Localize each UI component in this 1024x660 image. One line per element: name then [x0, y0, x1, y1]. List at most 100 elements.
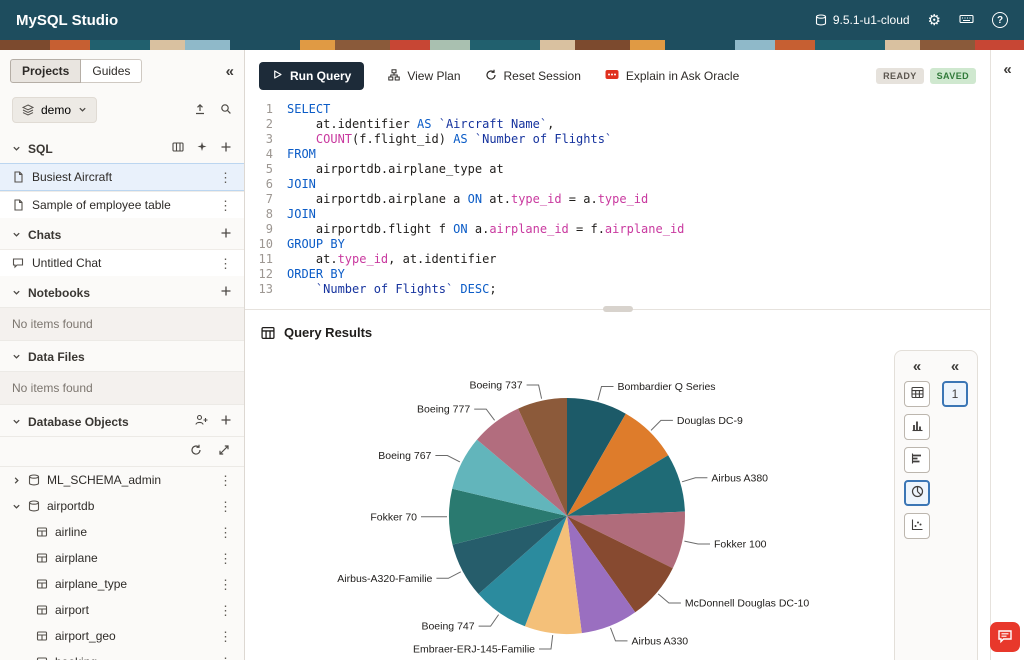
code-line[interactable]: at.identifier AS `Aircraft Name`, [287, 117, 684, 132]
code-area[interactable]: SELECT at.identifier AS `Aircraft Name`,… [273, 102, 684, 297]
code-line[interactable]: SELECT [287, 102, 684, 117]
project-selector[interactable]: demo [12, 97, 97, 123]
kebab-menu-button[interactable]: ⋮ [219, 630, 232, 643]
plan-icon [388, 69, 400, 84]
tree-table-airplane-type[interactable]: airplane_type ⋮ [0, 571, 244, 597]
kebab-menu-button[interactable]: ⋮ [219, 500, 232, 513]
kebab-menu-button[interactable]: ⋮ [219, 552, 232, 565]
query-results-section: Query Results Bombardier Q SeriesDouglas… [245, 321, 990, 660]
chevron-right-icon[interactable] [12, 476, 21, 485]
tree-table-booking[interactable]: booking ⋮ [0, 649, 244, 660]
kebab-menu-button[interactable]: ⋮ [219, 474, 232, 487]
section-data-files[interactable]: Data Files [0, 341, 244, 371]
decorative-banner [0, 40, 1024, 50]
kebab-menu-button[interactable]: ⋮ [219, 656, 232, 660]
status-ready-badge: READY [876, 68, 924, 84]
reset-session-button[interactable]: Reset Session [485, 69, 581, 84]
refresh-button[interactable] [190, 444, 202, 459]
reset-icon [485, 69, 497, 84]
settings-gear-button[interactable]: ⚙ [928, 13, 941, 28]
tab-projects[interactable]: Projects [10, 59, 81, 83]
tree-table-airport[interactable]: airport ⋮ [0, 597, 244, 623]
code-line[interactable]: FROM [287, 147, 684, 162]
collapse-right-panel-button[interactable]: « [1003, 62, 1011, 77]
keyboard-shortcuts-button[interactable] [959, 13, 974, 28]
pie-leader-line [682, 478, 707, 482]
grant-user-button[interactable] [195, 414, 208, 429]
add-sql-button[interactable] [220, 141, 232, 156]
line-number: 2 [245, 117, 273, 132]
pie-slice-label: Fokker 100 [714, 539, 767, 551]
view-pie-chart-button[interactable] [904, 480, 930, 506]
add-database-object-button[interactable] [220, 414, 232, 429]
kebab-menu-button[interactable]: ⋮ [219, 171, 232, 184]
table-icon [36, 552, 48, 564]
instance-version-label: 9.5.1-u1-cloud [833, 13, 910, 27]
run-query-button[interactable]: Run Query [259, 62, 364, 90]
code-line[interactable]: JOIN [287, 177, 684, 192]
chat-item-untitled[interactable]: Untitled Chat ⋮ [0, 249, 244, 276]
tree-schema-ml-schema-admin[interactable]: ML_SCHEMA_admin ⋮ [0, 467, 244, 493]
code-line[interactable]: ORDER BY [287, 267, 684, 282]
view-table-button[interactable] [904, 381, 930, 407]
section-notebooks[interactable]: Notebooks [0, 276, 244, 307]
line-number: 6 [245, 177, 273, 192]
explain-ask-oracle-button[interactable]: Explain in Ask Oracle [605, 69, 739, 84]
feedback-button[interactable] [990, 622, 1020, 652]
code-line[interactable]: GROUP BY [287, 237, 684, 252]
view-scatter-chart-button[interactable] [904, 513, 930, 539]
ask-oracle-icon [605, 69, 619, 84]
plus-icon [220, 141, 232, 156]
tab-guides[interactable]: Guides [81, 59, 142, 83]
search-button[interactable] [220, 103, 232, 118]
sidebar-collapse-button[interactable]: « [226, 64, 234, 79]
view-row-chart-button[interactable] [904, 447, 930, 473]
code-line[interactable]: airportdb.airplane a ON at.type_id = a.t… [287, 192, 684, 207]
code-line[interactable]: `Number of Flights` DESC; [287, 282, 684, 297]
tree-table-airplane[interactable]: airplane ⋮ [0, 545, 244, 571]
collapse-controls-left-button[interactable]: « [913, 359, 921, 374]
tree-table-airport-geo[interactable]: airport_geo ⋮ [0, 623, 244, 649]
result-page-1-button[interactable]: 1 [942, 381, 968, 407]
pie-slice-label: Fokker 70 [370, 511, 417, 523]
query-results-icon [261, 326, 275, 340]
kebab-menu-button[interactable]: ⋮ [219, 257, 232, 270]
section-chats[interactable]: Chats [0, 218, 244, 249]
kebab-menu-button[interactable]: ⋮ [219, 526, 232, 539]
view-bar-chart-button[interactable] [904, 414, 930, 440]
pie-slice-label: Boeing 777 [417, 404, 470, 416]
section-database-objects[interactable]: Database Objects [0, 405, 244, 436]
divider-drag-handle[interactable] [603, 306, 633, 312]
code-line[interactable]: JOIN [287, 207, 684, 222]
help-button[interactable]: ? [992, 12, 1008, 28]
table-icon [36, 656, 48, 660]
table-label: airport_geo [55, 629, 116, 643]
code-line[interactable]: COUNT(f.flight_id) AS `Number of Flights… [287, 132, 684, 147]
tree-schema-airportdb[interactable]: airportdb ⋮ [0, 493, 244, 519]
sql-editor[interactable]: 12345678910111213 SELECT at.identifier A… [245, 98, 990, 297]
collapse-controls-right-button[interactable]: « [951, 359, 959, 374]
upload-button[interactable] [194, 103, 206, 118]
sql-ai-assist-button[interactable] [196, 141, 208, 156]
chevron-down-icon[interactable] [12, 502, 21, 511]
expand-panel-button[interactable] [218, 444, 230, 459]
data-files-empty-state: No items found [0, 371, 244, 405]
view-plan-button[interactable]: View Plan [388, 69, 460, 84]
code-line[interactable]: airportdb.flight f ON a.airplane_id = f.… [287, 222, 684, 237]
code-line[interactable]: airportdb.airplane_type at [287, 162, 684, 177]
sql-item-busiest-aircraft[interactable]: Busiest Aircraft ⋮ [0, 163, 244, 191]
tree-table-airline[interactable]: airline ⋮ [0, 519, 244, 545]
kebab-menu-button[interactable]: ⋮ [219, 578, 232, 591]
section-sql[interactable]: SQL [0, 132, 244, 163]
add-chat-button[interactable] [220, 227, 232, 242]
kebab-menu-button[interactable]: ⋮ [219, 604, 232, 617]
table-icon [36, 630, 48, 642]
sql-table-tool-button[interactable] [172, 141, 184, 156]
code-line[interactable]: at.type_id, at.identifier [287, 252, 684, 267]
add-notebook-button[interactable] [220, 285, 232, 300]
plus-icon [220, 285, 232, 300]
pie-leader-line [527, 385, 542, 399]
kebab-menu-button[interactable]: ⋮ [219, 199, 232, 212]
sql-item-sample-employee[interactable]: Sample of employee table ⋮ [0, 191, 244, 218]
status-saved-badge: SAVED [930, 68, 976, 84]
